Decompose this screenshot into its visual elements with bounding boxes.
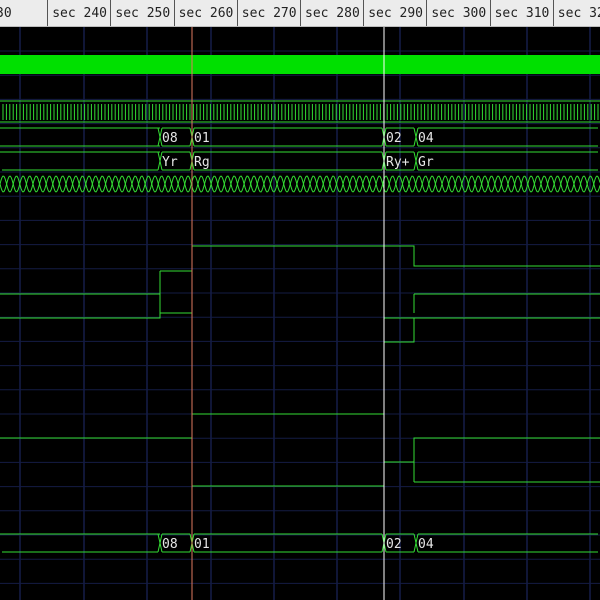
- bus-bottom-value: 04: [418, 537, 434, 552]
- waveform-area[interactable]: 08 01 02 04 Yr Rg Ry+ Gr 08 01 02 04: [0, 27, 600, 600]
- ruler-tick-line: [173, 0, 175, 26]
- ruler-label: sec 310: [494, 6, 550, 21]
- ruler-tick-line: [47, 0, 49, 26]
- ruler-label: sec 280: [305, 6, 360, 21]
- state-trace-value: Gr: [418, 155, 434, 170]
- bus-bottom-value: 02: [386, 537, 402, 552]
- ruler-label: sec 320: [557, 6, 600, 21]
- ruler-tick-line: [363, 0, 365, 26]
- bus-bottom-value: 01: [194, 537, 210, 552]
- state-trace-value: Ry+: [386, 155, 410, 170]
- ruler-label: sec 250: [115, 6, 171, 21]
- ruler-tick-line: [489, 0, 491, 26]
- ruler-label: 30: [0, 6, 12, 21]
- ruler-label: sec 290: [368, 6, 423, 21]
- bus-bottom-value: 08: [162, 537, 178, 552]
- state-trace-value: Rg: [194, 155, 210, 170]
- ruler-tick-line: [110, 0, 112, 26]
- ruler-label: sec 270: [241, 6, 297, 21]
- ruler-label: sec 300: [431, 6, 487, 21]
- bus-top-value: 01: [194, 131, 210, 146]
- bus-top-value: 04: [418, 131, 434, 146]
- ruler-label: sec 260: [178, 6, 234, 21]
- ruler-label: sec 240: [52, 6, 107, 21]
- ruler-tick-line: [552, 0, 554, 26]
- ruler-tick-line: [236, 0, 238, 26]
- bus-top-value: 02: [386, 131, 402, 146]
- ruler-tick-line: [300, 0, 301, 26]
- clock-bar: [0, 55, 600, 74]
- ruler-tick-line: [426, 0, 428, 26]
- waveform-viewer: 30 sec 240 sec 250 sec 260 sec 270 sec 280 sec…: [0, 0, 600, 600]
- bus-top-value: 08: [162, 131, 178, 146]
- time-ruler[interactable]: 30 sec 240 sec 250 sec 260 sec 270 sec 280 sec…: [0, 0, 600, 27]
- state-trace-value: Yr: [162, 155, 178, 170]
